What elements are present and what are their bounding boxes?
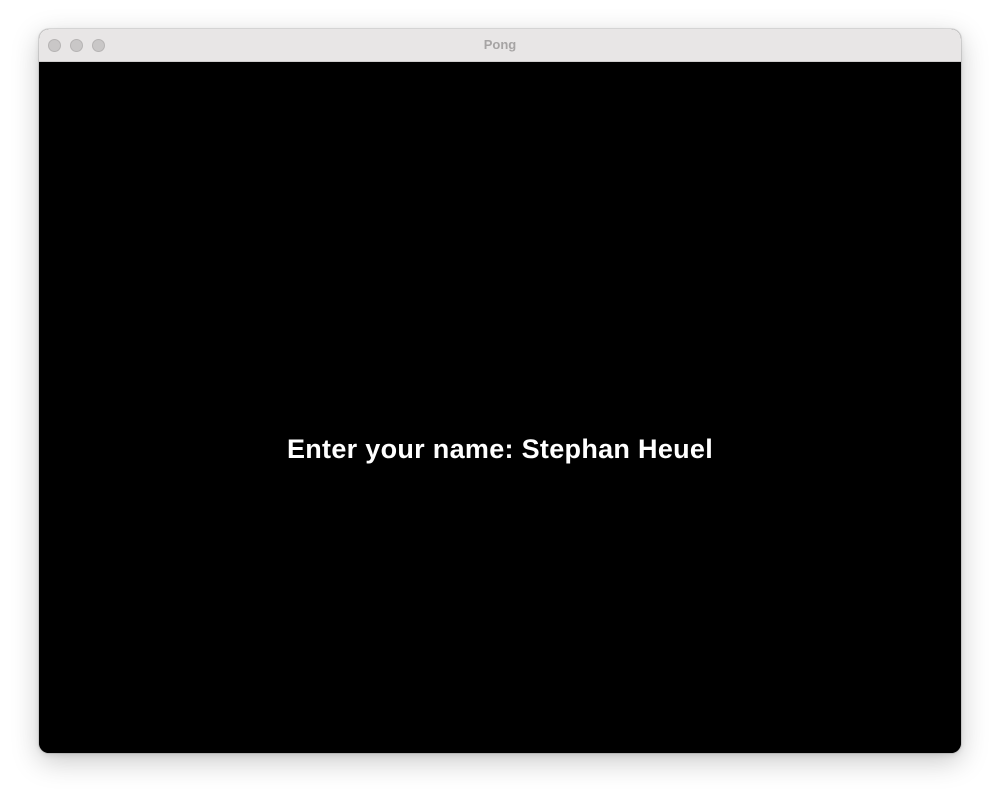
title-bar[interactable]: Pong [39, 29, 961, 62]
app-window: Pong Enter your name: Stephan Heuel [39, 29, 961, 753]
window-title: Pong [483, 37, 517, 52]
name-entry-prompt: Enter your name: Stephan Heuel [286, 434, 714, 464]
game-canvas[interactable]: Enter your name: Stephan Heuel [39, 62, 961, 753]
